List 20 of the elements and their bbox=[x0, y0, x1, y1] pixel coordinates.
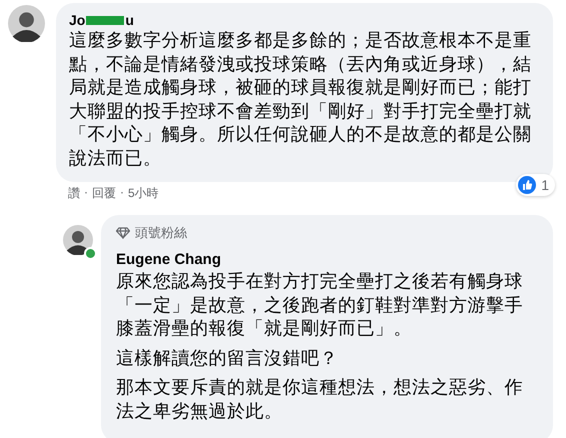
avatar[interactable] bbox=[63, 225, 93, 255]
separator-dot: · bbox=[84, 185, 88, 201]
reply-text: 原來您認為投手在對方打完全壘打之後若有觸身球「一定」是故意，之後跑者的釘鞋對準對方游擊手膝蓋滑壘的報復「就是剛好而已」。 bbox=[116, 270, 524, 340]
reply-text: 這樣解讀您的留言沒錯吧？ bbox=[116, 346, 339, 370]
author-name[interactable]: u bbox=[125, 12, 134, 28]
comment-text: 這麼多數字分析這麼多都是多餘的；是否故意根本不是重點，不論是情緒發洩或投球策略（丟內角或近身球），結局就是造成觸身球，被砸的球員報復就是剛好而已；能打大聯盟的投手控球不會差勁到「剛好」對手打完全壘打就「不小心」觸身。所以任何說砸人的不是故意的都是公關說法而已。 bbox=[69, 29, 532, 170]
author-name[interactable]: Jo bbox=[69, 12, 86, 28]
reply-text: 那本文要斥責的就是你這種想法，想法之惡劣、作法之卑劣無過於此。 bbox=[116, 376, 524, 422]
separator-dot: · bbox=[120, 185, 124, 201]
badge-label: 頭號粉絲 bbox=[135, 224, 187, 242]
author-name[interactable]: Eugene Chang bbox=[116, 250, 222, 268]
timestamp: 5小時 bbox=[128, 185, 159, 202]
avatar[interactable] bbox=[8, 5, 45, 42]
reaction-count: 1 bbox=[541, 177, 549, 193]
action-link[interactable]: 讚 bbox=[68, 185, 80, 205]
action-link[interactable]: 回覆 bbox=[92, 185, 116, 205]
redaction-bar bbox=[86, 16, 124, 24]
diamond-icon bbox=[116, 227, 130, 239]
reaction-badge[interactable]: 1 bbox=[516, 174, 555, 196]
like-icon bbox=[518, 176, 536, 194]
